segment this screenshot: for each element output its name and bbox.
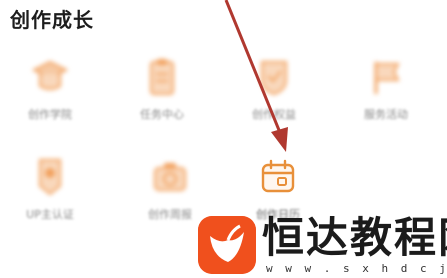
watermark-brand: 恒达教程网: [262, 213, 447, 262]
calendar-icon: [261, 159, 295, 193]
grid-item-creator-rights[interactable]: 创作权益: [224, 56, 324, 146]
grid-item-service-activity[interactable]: 服务活动: [336, 56, 436, 146]
grid-item-label: 创作学院: [28, 108, 72, 121]
grid-item-label: UP主认证: [26, 208, 74, 221]
grid-item-label: 任务中心: [140, 108, 184, 121]
grid-item-task-center[interactable]: 任务中心: [112, 56, 212, 146]
screen: 创作成长 创作学院 任务中心 创作权益 服务活动 UP主认证 创作周报 创作日历…: [0, 0, 447, 278]
grid-item-label: 服务活动: [364, 108, 408, 121]
camera-icon: [154, 163, 186, 191]
shield-icon: [261, 61, 287, 96]
watermark-url: w w w . s x h d c j . c o m: [266, 262, 447, 275]
section-title: 创作成长: [10, 8, 94, 32]
watermark-logo-icon: [198, 216, 256, 274]
flag-icon: [374, 62, 400, 94]
graduation-cap-icon: [31, 60, 69, 90]
grid-item-creation-academy[interactable]: 创作学院: [0, 56, 100, 146]
grid-item-up-certification[interactable]: UP主认证: [0, 156, 100, 246]
grid-item-label: 创作权益: [252, 108, 296, 121]
watermark: 恒达教程网 w w w . s x h d c j . c o m: [198, 210, 447, 278]
clipboard-icon: [150, 59, 174, 95]
badge-icon: [39, 159, 61, 196]
